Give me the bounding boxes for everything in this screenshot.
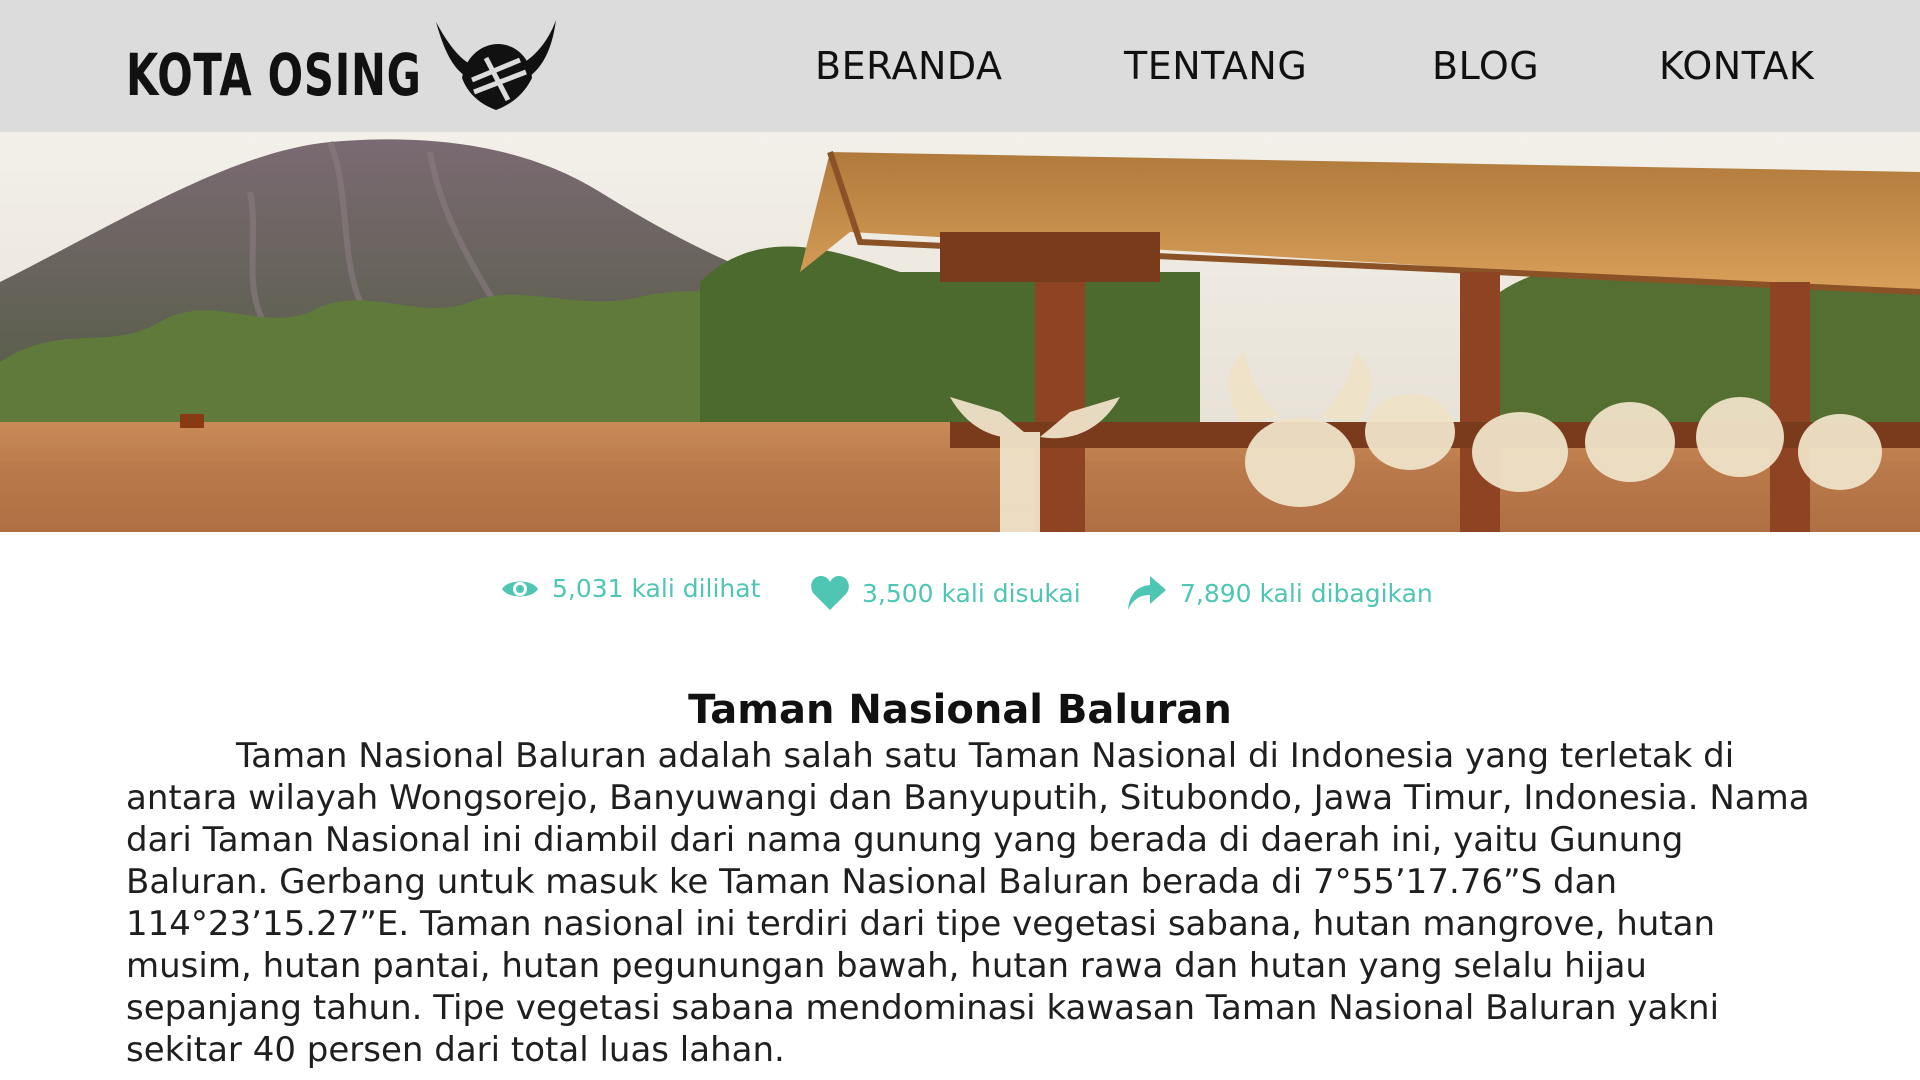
nav-item-blog[interactable]: BLOG — [1432, 44, 1539, 88]
article-body: Taman Nasional Baluran adalah salah satu… — [126, 736, 1810, 1070]
share-arrow-icon — [1128, 576, 1166, 610]
main-nav: BERANDA TENTANG BLOG KONTAK — [0, 44, 1920, 88]
nav-item-kontak[interactable]: KONTAK — [1659, 44, 1814, 88]
shares-stat[interactable]: 7,890 kali dibagikan — [1126, 574, 1433, 612]
hero-image — [0, 132, 1920, 532]
article-title: Taman Nasional Baluran — [688, 686, 1232, 733]
nav-item-beranda[interactable]: BERANDA — [815, 44, 1002, 88]
shares-count: 7,890 kali dibagikan — [1180, 578, 1433, 608]
baluran-landscape-photo — [0, 132, 1920, 532]
heart-icon — [811, 576, 849, 610]
post-stats: 5,031 kali dilihat 3,500 kali disukai 7,… — [0, 574, 1920, 624]
eye-icon — [502, 581, 538, 596]
likes-count: 3,500 kali disukai — [862, 578, 1081, 608]
site-header: KOTA OSING BERANDA TENTANG BLOG KONTAK — [0, 0, 1920, 132]
nav-item-tentang[interactable]: TENTANG — [1124, 44, 1307, 88]
likes-stat[interactable]: 3,500 kali disukai — [810, 574, 1081, 612]
views-stat: 5,031 kali dilihat — [500, 574, 760, 603]
views-count: 5,031 kali dilihat — [552, 574, 761, 603]
